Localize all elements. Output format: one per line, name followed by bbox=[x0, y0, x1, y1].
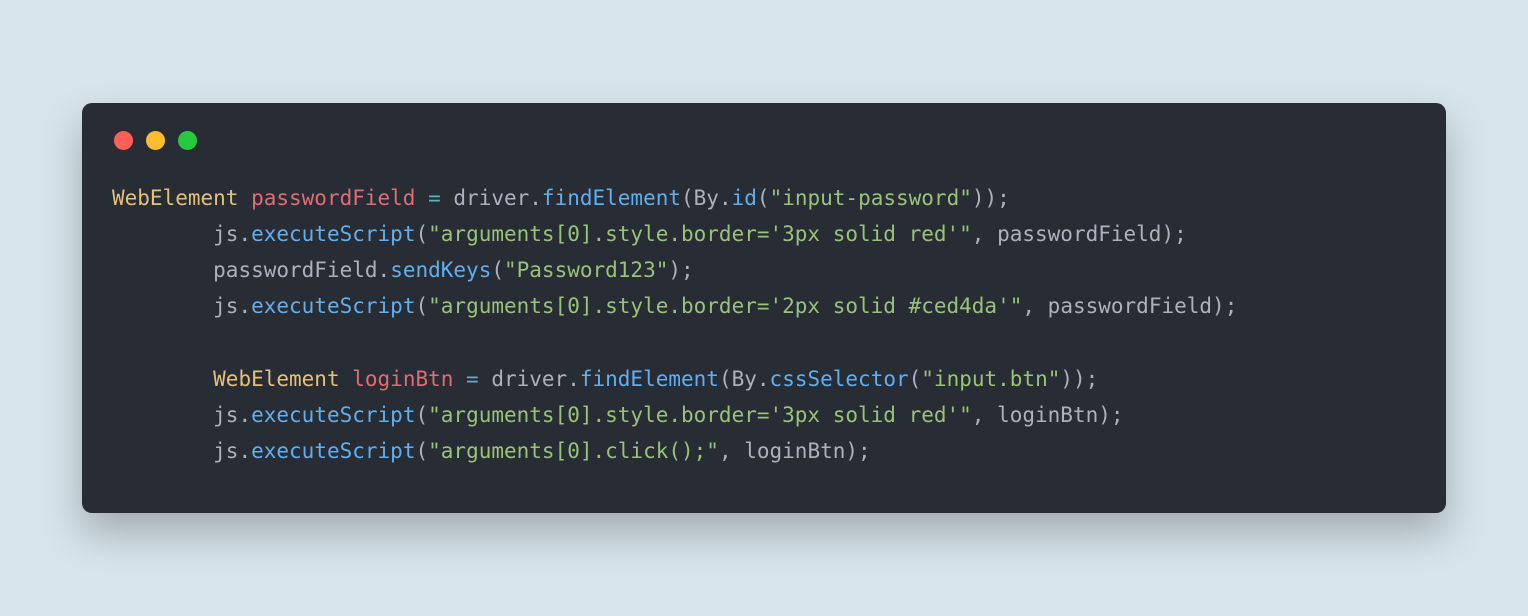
code-line-8: js.executeScript("arguments[0].click();"… bbox=[112, 439, 871, 463]
code-line-1: WebElement passwordField = driver.findEl… bbox=[112, 186, 1010, 210]
code-window: WebElement passwordField = driver.findEl… bbox=[82, 103, 1446, 513]
code-line-4: js.executeScript("arguments[0].style.bor… bbox=[112, 294, 1237, 318]
code-line-2: js.executeScript("arguments[0].style.bor… bbox=[112, 222, 1187, 246]
code-block: WebElement passwordField = driver.findEl… bbox=[112, 180, 1416, 469]
code-line-6: WebElement loginBtn = driver.findElement… bbox=[112, 367, 1098, 391]
traffic-lights bbox=[112, 131, 1416, 150]
minimize-icon[interactable] bbox=[146, 131, 165, 150]
code-line-3: passwordField.sendKeys("Password123"); bbox=[112, 258, 694, 282]
code-line-7: js.executeScript("arguments[0].style.bor… bbox=[112, 403, 1124, 427]
maximize-icon[interactable] bbox=[178, 131, 197, 150]
close-icon[interactable] bbox=[114, 131, 133, 150]
